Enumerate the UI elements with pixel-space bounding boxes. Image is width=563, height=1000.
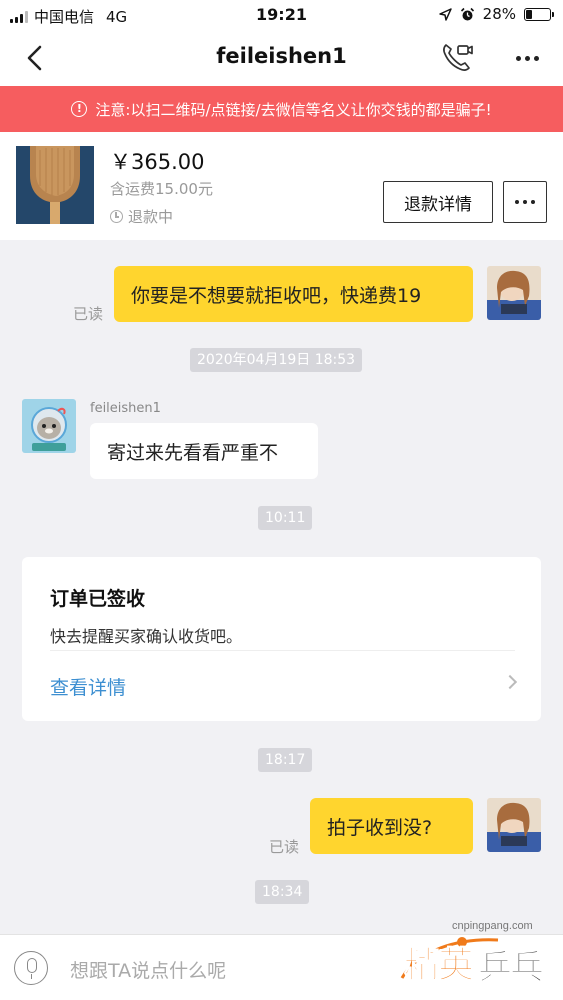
card-title: 订单已签收: [50, 588, 146, 610]
product-thumbnail[interactable]: [16, 146, 94, 224]
timestamp: 18:17: [258, 748, 313, 772]
my-avatar[interactable]: [487, 798, 541, 852]
more-dot-icon: [515, 55, 521, 61]
message-input[interactable]: 想跟TA说点什么呢: [70, 956, 226, 983]
timestamp: 2020年04月19日 18:53: [190, 348, 363, 372]
product-price: ￥365.00: [110, 150, 205, 174]
clock-icon: [110, 210, 123, 223]
read-receipt: 已读: [73, 305, 104, 323]
my-avatar[interactable]: [487, 266, 541, 320]
watermark-text-a: 精英: [403, 945, 474, 987]
microphone-icon[interactable]: [14, 951, 48, 985]
battery-level: [526, 9, 533, 19]
timestamp: 10:11: [258, 506, 313, 530]
sender-name: feileishen1: [90, 401, 161, 416]
partner-avatar[interactable]: [22, 399, 76, 453]
avatar-image: [487, 266, 541, 320]
message-text: 你要是不想要就拒收吧，快递费19: [131, 284, 422, 307]
more-dot-icon: [515, 200, 519, 204]
read-receipt: 已读: [269, 838, 300, 856]
chevron-right-icon[interactable]: [502, 674, 518, 690]
video-call-icon[interactable]: [440, 40, 474, 74]
order-received-card[interactable]: 订单已签收 快去提醒买家确认收货吧。 查看详情: [22, 557, 541, 721]
more-dot-icon: [523, 200, 527, 204]
order-status: 退款中: [110, 206, 173, 227]
paddle-image: [16, 146, 94, 224]
product-summary[interactable]: ￥365.00 含运费15.00元 退款中 退款详情: [0, 132, 563, 240]
card-description: 快去提醒买家确认收货吧。: [50, 627, 243, 646]
alarm-icon: [460, 7, 474, 20]
warning-text: 注意:以扫二维码/点链接/去微信等名义让你交钱的都是骗子!: [95, 100, 492, 119]
status-right: 28%: [438, 5, 554, 23]
product-more-button[interactable]: [503, 181, 547, 223]
info-icon: !: [71, 101, 88, 117]
message-bubble-self[interactable]: 你要是不想要就拒收吧，快递费19: [114, 266, 473, 322]
message-bubble-other[interactable]: 寄过来先看看严重不: [90, 423, 318, 479]
chat-header: feileishen1: [0, 30, 563, 86]
shipping-fee: 含运费15.00元: [110, 180, 213, 198]
more-dot-icon: [533, 55, 539, 61]
refund-details-button[interactable]: 退款详情: [383, 181, 493, 223]
seal-avatar-image: [22, 399, 76, 453]
battery-icon: [524, 7, 554, 21]
watermark-text-b: 乒乓网: [478, 948, 545, 1000]
avatar-image: [487, 798, 541, 852]
message-text: 拍子收到没?: [327, 816, 433, 839]
order-status-text: 退款中: [128, 208, 174, 226]
scam-warning-banner: ! 注意:以扫二维码/点链接/去微信等名义让你交钱的都是骗子!: [0, 86, 563, 132]
battery-percent: 28%: [482, 5, 516, 23]
more-dot-icon: [524, 55, 530, 61]
more-options-button[interactable]: [510, 44, 544, 72]
timestamp: 18:34: [255, 880, 310, 904]
card-divider: [50, 650, 515, 651]
message-bubble-self[interactable]: 拍子收到没?: [310, 798, 473, 854]
message-text: 寄过来先看看严重不: [107, 441, 279, 464]
view-details-link[interactable]: 查看详情: [50, 673, 126, 700]
chat-partner-name: feileishen1: [216, 44, 347, 68]
more-dot-icon: [531, 200, 535, 204]
location-icon: [438, 7, 452, 21]
status-bar: 中国电信 4G 19:21 28%: [0, 0, 563, 30]
